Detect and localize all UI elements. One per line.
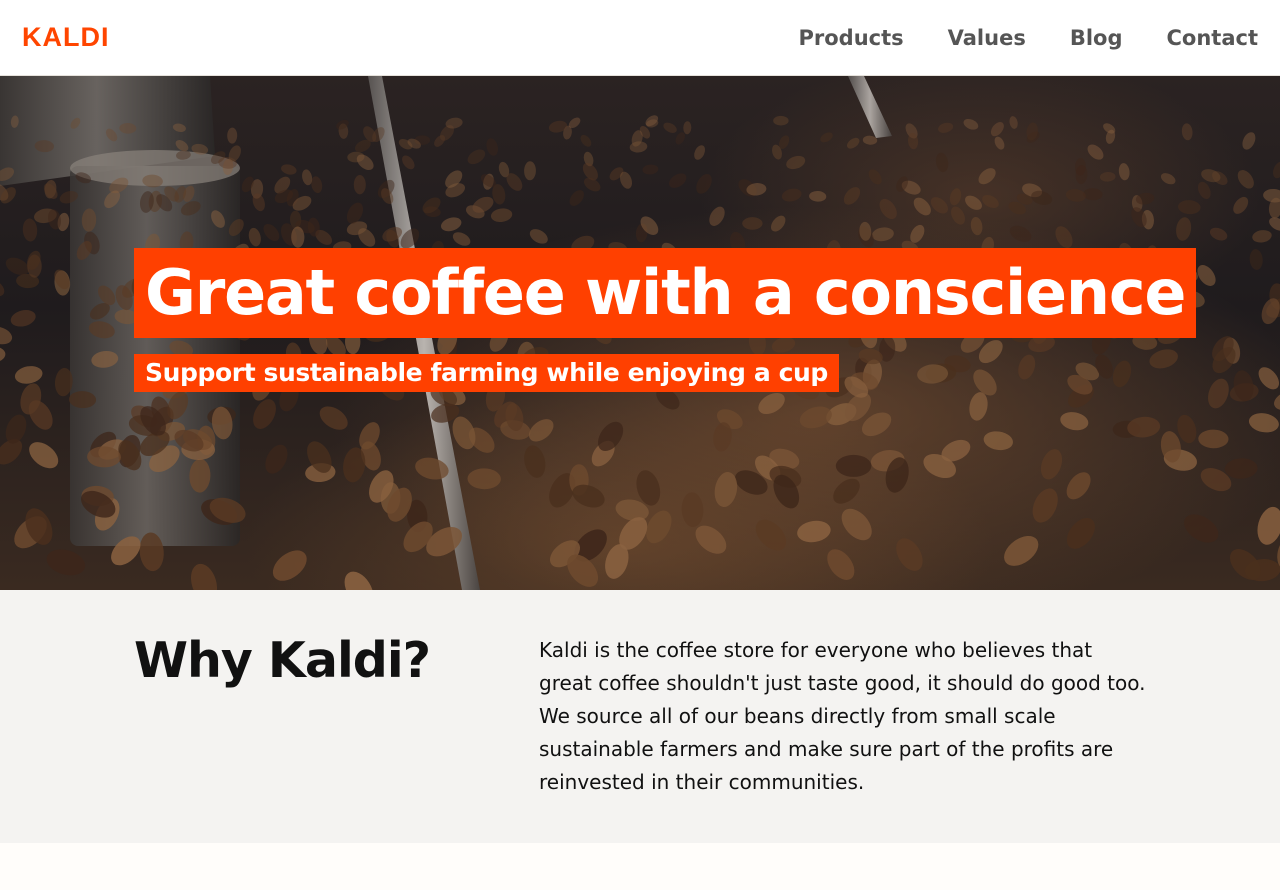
main-nav: Products Values Blog Contact [799,26,1259,50]
hero-section: Great coffee with a conscience Support s… [0,76,1280,590]
why-kaldi-description: Kaldi is the coffee store for everyone w… [539,638,1146,794]
nav-products[interactable]: Products [799,26,904,50]
site-header: KALDI Products Values Blog Contact [0,0,1280,76]
why-kaldi-heading: Why Kaldi? [134,632,431,689]
next-section-start [0,843,1280,890]
why-kaldi-section: Why Kaldi? Kaldi is the coffee store for… [0,590,1280,843]
kaldi-logo[interactable]: KALDI [22,22,110,53]
nav-contact[interactable]: Contact [1167,26,1259,50]
hero-subtitle: Support sustainable farming while enjoyi… [134,354,839,392]
hero-title: Great coffee with a conscience [134,248,1197,338]
nav-values[interactable]: Values [948,26,1026,50]
nav-blog[interactable]: Blog [1070,26,1123,50]
